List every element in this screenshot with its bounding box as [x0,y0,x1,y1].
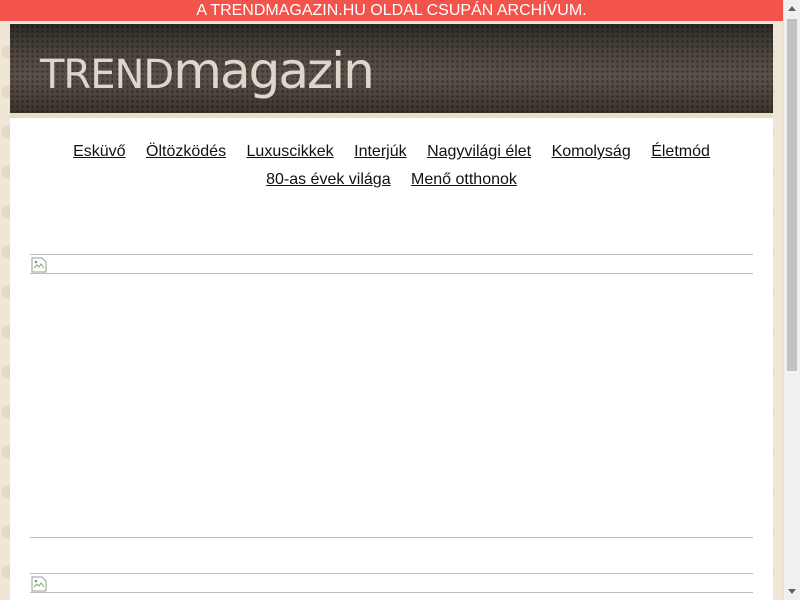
vertical-scrollbar[interactable] [783,0,800,600]
page-container: TREND magazin Esküvő Öltözködés Luxuscikk… [10,24,773,600]
nav-link-luxuscikkek[interactable]: Luxuscikkek [247,143,334,160]
archive-notice-text: A TRENDMAGAZIN.HU OLDAL CSUPÁN ARCHÍVUM. [196,2,587,19]
logo-trend-text: TREND [40,52,174,98]
nav-link-eskuvo[interactable]: Esküvő [73,143,125,160]
nav-row-2: 80-as évek világa Menő otthonok [10,166,773,194]
nav-link-interjuk[interactable]: Interjúk [354,143,406,160]
broken-image-icon [31,257,47,273]
scrollbar-thumb[interactable] [787,19,797,371]
nav-link-nagyvilagi-elet[interactable]: Nagyvilági élet [427,143,531,160]
archive-notice-banner: A TRENDMAGAZIN.HU OLDAL CSUPÁN ARCHÍVUM. [0,0,783,21]
image-frame-line [30,592,753,593]
main-navigation: Esküvő Öltözködés Luxuscikkek Interjúk N… [10,138,773,194]
scroll-down-arrow-icon[interactable] [784,583,800,600]
scroll-up-arrow-icon[interactable] [784,0,800,17]
nav-link-meno-otthonok[interactable]: Menő otthonok [411,171,517,188]
site-header: TREND magazin [10,24,773,118]
site-logo[interactable]: TREND magazin [40,42,375,100]
image-frame-line [30,273,753,274]
nav-link-oltozkodes[interactable]: Öltözködés [146,143,226,160]
article-image-placeholder-2[interactable] [30,573,753,600]
nav-row-1: Esküvő Öltözködés Luxuscikkek Interjúk N… [10,138,773,166]
broken-image-icon [31,576,47,592]
article-image-placeholder[interactable] [30,254,753,538]
logo-magazin-text: magazin [173,42,375,100]
nav-link-80as-evek-vilaga[interactable]: 80-as évek világa [266,171,391,188]
nav-link-eletmod[interactable]: Életmód [651,143,710,160]
nav-link-komolysag[interactable]: Komolyság [552,143,631,160]
